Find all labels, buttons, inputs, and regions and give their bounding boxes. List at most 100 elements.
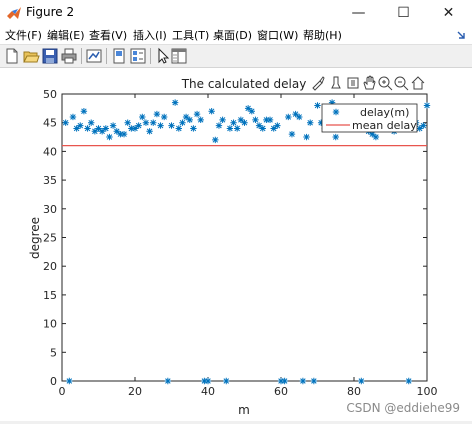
brush-icon[interactable]: [310, 75, 326, 91]
data-point: [175, 125, 182, 132]
data-point: [215, 122, 223, 129]
data-point: [281, 377, 288, 385]
data-point: [234, 125, 241, 132]
data-point: [266, 116, 274, 124]
x-tick-label: 0: [59, 385, 66, 398]
data-point: [190, 125, 197, 132]
data-point: [416, 125, 423, 132]
y-tick-label: 10: [43, 318, 57, 331]
data-point: [288, 130, 296, 138]
menu-tools[interactable]: 工具(T): [172, 27, 209, 43]
data-point: [66, 377, 73, 385]
menu-bar: 文件(F) 编辑(E) 查看(V) 插入(I) 工具(T) 桌面(D) 窗口(W…: [0, 26, 472, 45]
y-tick-label: 5: [50, 346, 57, 359]
data-point: [168, 122, 175, 129]
data-point: [274, 122, 281, 129]
toolbar-separator: [106, 48, 107, 64]
y-tick-label: 15: [43, 289, 57, 302]
new-figure-icon[interactable]: [3, 47, 21, 65]
data-point: [237, 116, 245, 124]
menu-file[interactable]: 文件(F): [5, 27, 42, 43]
data-point: [139, 113, 146, 121]
rotate-icon[interactable]: [345, 75, 361, 91]
chart: The calculated delay 0 5 10 15 20 25 30 35 40 45 5…: [28, 77, 438, 417]
data-point: [106, 133, 113, 141]
watermark: CSDN @eddiehe99: [346, 401, 460, 415]
data-point: [241, 119, 248, 126]
data-point: [208, 108, 215, 115]
data-tips-icon[interactable]: [328, 75, 344, 91]
x-tick-label: 80: [347, 385, 361, 398]
show-plot-tools-icon[interactable]: [129, 47, 147, 65]
pan-icon[interactable]: [361, 75, 377, 91]
dock-figure-icon[interactable]: [456, 30, 466, 40]
figure-canvas: The calculated delay 0 5 10 15 20 25 30 35 40 45 5…: [0, 68, 472, 421]
link-plot-icon[interactable]: [85, 47, 103, 65]
menu-help[interactable]: 帮助(H): [303, 27, 342, 43]
legend-label-delay: delay(m): [360, 106, 409, 119]
x-tick-label: 40: [201, 385, 215, 398]
data-point: [88, 119, 95, 126]
data-point: [332, 133, 339, 141]
data-point: [358, 377, 365, 385]
minimize-button[interactable]: —: [336, 0, 381, 26]
data-point: [212, 136, 219, 144]
data-point: [95, 125, 102, 132]
data-point: [285, 113, 292, 121]
hide-plot-tools-icon[interactable]: [110, 47, 128, 65]
x-tick-label: 60: [274, 385, 288, 398]
data-point: [80, 108, 88, 115]
data-point: [131, 125, 139, 132]
save-icon[interactable]: [41, 47, 59, 65]
menu-edit[interactable]: 编辑(E): [47, 27, 85, 43]
legend-marker-delay: [332, 108, 340, 116]
toolbar-separator: [81, 48, 82, 64]
data-point: [219, 116, 226, 124]
data-point: [84, 125, 91, 132]
x-tick-label: 20: [128, 385, 142, 398]
menu-desktop[interactable]: 桌面(D): [213, 27, 252, 43]
data-point: [146, 128, 153, 135]
data-point: [204, 377, 212, 385]
menu-insert[interactable]: 插入(I): [133, 27, 167, 43]
data-point: [230, 119, 237, 126]
y-axis-label: degree: [28, 217, 42, 259]
y-tick-label: 20: [43, 260, 57, 273]
data-point: [182, 113, 190, 121]
matlab-app-icon: [7, 7, 21, 19]
data-point: [164, 377, 172, 385]
data-point: [150, 119, 157, 126]
property-inspector-icon[interactable]: [170, 47, 188, 65]
chart-title: The calculated delay: [181, 77, 307, 91]
print-icon[interactable]: [60, 47, 78, 65]
close-button[interactable]: ✕: [426, 0, 471, 26]
axes[interactable]: 0 5 10 15 20 25 30 35 40 45 50 0 20 40 60 80 100 delay(m)…: [43, 88, 438, 398]
data-point: [270, 125, 277, 132]
menu-view[interactable]: 查看(V): [89, 27, 127, 43]
y-tick-label: 0: [50, 375, 57, 388]
maximize-button[interactable]: ☐: [381, 0, 426, 26]
data-point: [69, 113, 77, 121]
data-point: [98, 128, 106, 135]
data-point: [310, 377, 318, 385]
data-point: [124, 119, 131, 126]
zoom-out-icon[interactable]: [393, 75, 409, 91]
y-tick-label: 35: [43, 174, 57, 187]
open-file-icon[interactable]: [22, 47, 40, 65]
y-tick-label: 45: [43, 117, 57, 130]
data-point: [62, 119, 69, 126]
home-icon[interactable]: [410, 75, 426, 91]
toolbar-separator: [150, 48, 151, 64]
data-point: [223, 377, 230, 385]
y-tick-label: 50: [43, 88, 57, 101]
data-point: [296, 113, 303, 121]
y-tick-label: 40: [43, 145, 57, 158]
menu-window[interactable]: 窗口(W): [257, 27, 298, 43]
figure-toolbar: [0, 45, 472, 68]
data-point: [157, 122, 164, 129]
y-tick-label: 30: [43, 203, 57, 216]
zoom-in-icon[interactable]: [377, 75, 393, 91]
data-point: [299, 377, 307, 385]
data-point: [226, 125, 234, 132]
data-point: [73, 125, 80, 132]
